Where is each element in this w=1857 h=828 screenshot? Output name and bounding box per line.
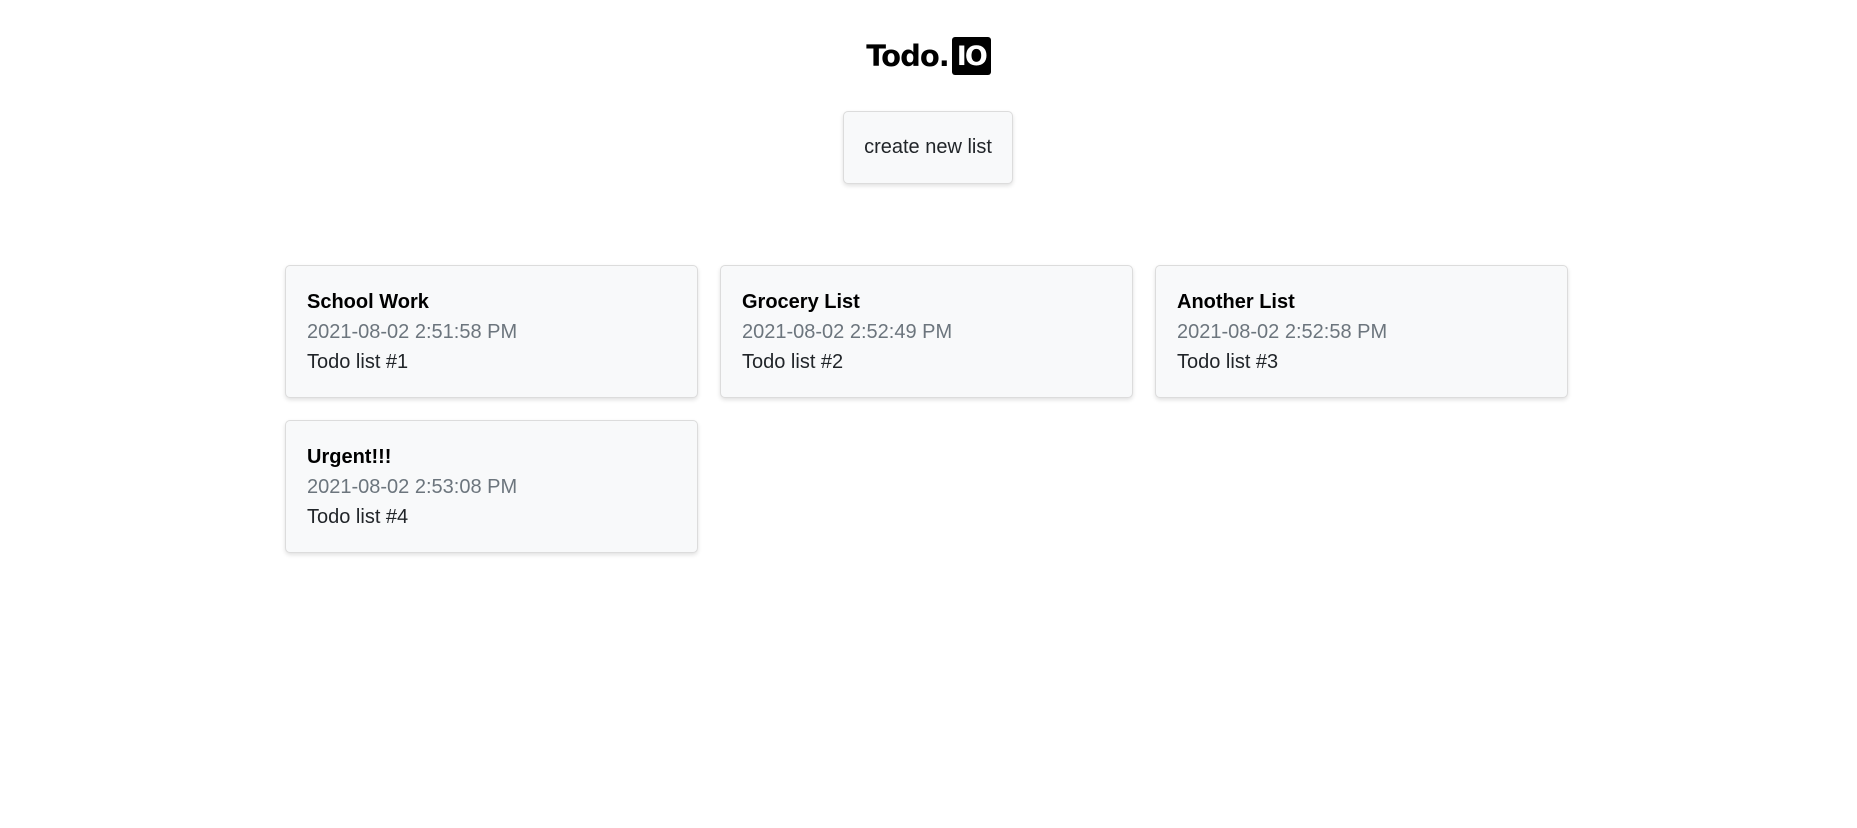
list-card-title: Urgent!!! (307, 446, 392, 468)
list-card[interactable]: Another List 2021-08-02 2:52:58 PM Todo … (1155, 265, 1568, 398)
list-card-date: 2021-08-02 2:52:49 PM (742, 321, 953, 343)
list-card-date: 2021-08-02 2:53:08 PM (307, 476, 518, 498)
list-card[interactable]: Urgent!!! 2021-08-02 2:53:08 PM Todo lis… (285, 420, 698, 553)
list-card-date: 2021-08-02 2:52:58 PM (1177, 321, 1388, 343)
list-card[interactable]: Grocery List 2021-08-02 2:52:49 PM Todo … (720, 265, 1133, 398)
logo-text: Todo. (866, 39, 950, 73)
list-card[interactable]: School Work 2021-08-02 2:51:58 PM Todo l… (285, 265, 698, 398)
header: Todo. IO (0, 36, 1857, 76)
list-card-title: Grocery List (742, 291, 860, 313)
logo-badge: IO (951, 37, 991, 75)
list-card-subtitle: Todo list #3 (1177, 351, 1279, 373)
list-card-subtitle: Todo list #2 (742, 351, 844, 373)
list-card-subtitle: Todo list #1 (307, 351, 409, 373)
list-card-title: School Work (307, 291, 429, 313)
create-new-list-button[interactable]: create new list (843, 111, 1013, 184)
app-logo[interactable]: Todo. IO (866, 36, 991, 76)
list-card-title: Another List (1177, 291, 1295, 313)
list-card-subtitle: Todo list #4 (307, 506, 409, 528)
list-card-date: 2021-08-02 2:51:58 PM (307, 321, 518, 343)
